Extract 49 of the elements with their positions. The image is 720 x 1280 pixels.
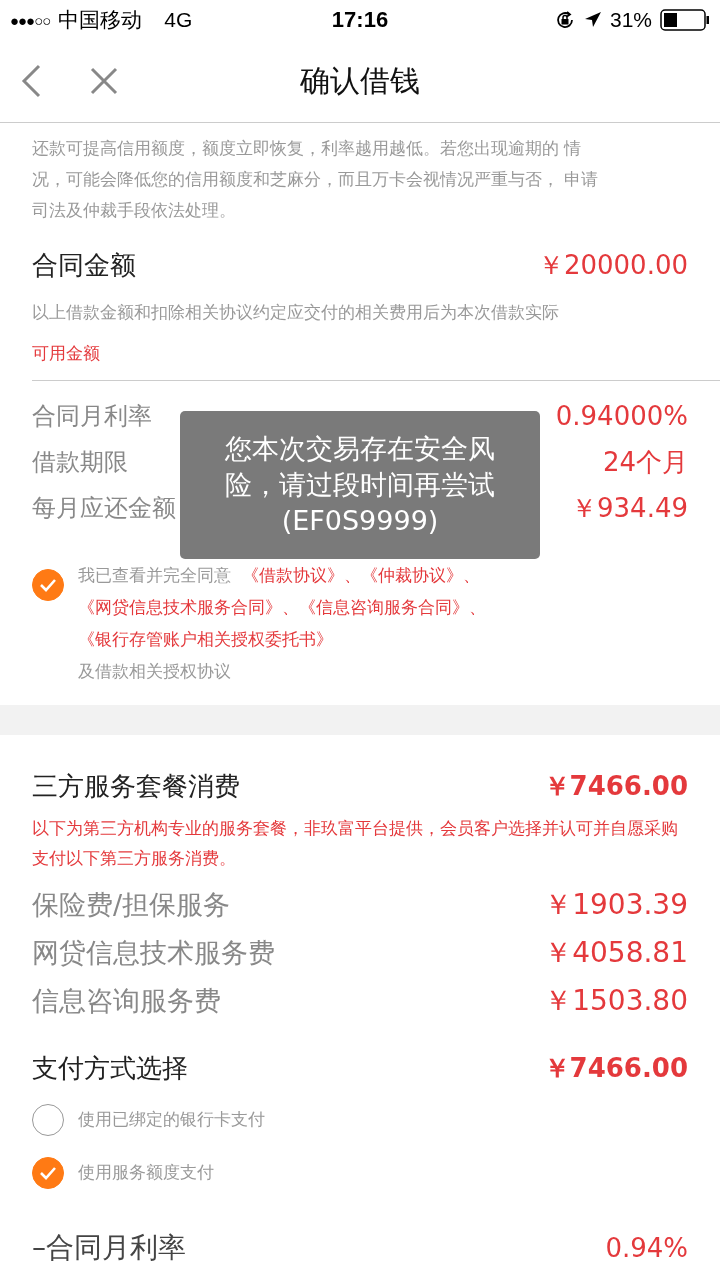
row-value: 24个月 [602, 445, 688, 479]
row-value: 0.94000% [555, 401, 688, 431]
check-icon [38, 577, 58, 593]
note-text: 以上借款金额和扣除相关协议约定应交付的相关费用后为本次借款实际 [32, 301, 560, 324]
agreement-text: 我已查看并完全同意 《借款协议》、《仲裁协议》、 《网贷信息技术服务合同》、《信息咨询服务合同》、 《银行存管账户相关授权委托书》 及借款相关授权协议 [78, 564, 487, 683]
network-type: 4G [164, 8, 193, 32]
row-label: 借款期限 [32, 447, 128, 478]
row-value: ￥4058.81 [544, 935, 688, 971]
row-label: 每月应还金额 [32, 493, 176, 524]
battery-icon [660, 9, 710, 31]
row-value: ￥1903.39 [544, 887, 688, 923]
row-label: 合同金额 [32, 248, 136, 282]
close-button[interactable] [90, 67, 118, 95]
location-arrow-icon [583, 11, 602, 29]
page-title: 确认借钱 [300, 61, 420, 100]
error-toast: 您本次交易存在安全风险，请过段时间再尝试(EF0S9999) [180, 411, 540, 559]
section-title: 支付方式选择 [32, 1051, 188, 1085]
row-value: ￥1503.80 [544, 983, 688, 1019]
agreement-link[interactable]: 《仲裁协议》 [360, 565, 463, 585]
row-label: 网贷信息技术服务费 [32, 936, 275, 970]
terms-text: 司法及仲裁手段依法处理。 [32, 199, 237, 222]
row-label: –合同月利率 [32, 1230, 186, 1266]
note-text: 可用金额 [32, 342, 101, 365]
row-label: 保险费/担保服务 [32, 888, 231, 922]
terms-text: 况，可能会降低您的信用额度和芝麻分，而且万卡会视情况严重与否， 申请 [32, 168, 600, 191]
row-value: ￥934.49 [571, 491, 688, 525]
option-label: 使用服务额度支付 [78, 1161, 214, 1184]
agreement-link[interactable]: 《信息咨询服务合同》 [299, 597, 469, 617]
agreement-link[interactable]: 《网贷信息技术服务合同》 [78, 597, 282, 617]
total-amount: ￥7466.00 [543, 769, 688, 803]
radio-button[interactable] [32, 1103, 64, 1136]
carrier-name: 中国移动 [58, 7, 143, 33]
option-label: 使用已绑定的银行卡支付 [78, 1108, 265, 1131]
battery-percent: 31% [609, 8, 652, 32]
back-button[interactable] [20, 64, 42, 98]
radio-button[interactable] [32, 1156, 64, 1189]
row-label: 信息咨询服务费 [32, 984, 221, 1018]
clock-time: 17:16 [331, 7, 389, 33]
agreement-link[interactable]: 《银行存管账户相关授权委托书》 [78, 629, 333, 649]
terms-text: 还款可提高信用额度，额度立即恢复，利率越用越低。若您出现逾期的 情 [32, 137, 583, 160]
section-title: 三方服务套餐消费 [32, 769, 240, 803]
signal-strength: ●●●○○ [10, 11, 51, 29]
agreement-link[interactable]: 《借款协议》 [241, 565, 344, 585]
agreement-checkbox[interactable] [32, 569, 64, 601]
service-note: 以下为第三方机构专业的服务套餐，非玖富平台提供，会员客户选择并认可并自愿采购支付以下第三方服务消费。 [32, 817, 679, 870]
total-amount: ￥7466.00 [543, 1051, 688, 1085]
row-label: 合同月利率 [32, 401, 152, 432]
row-value: ￥20000.00 [537, 248, 688, 282]
row-value: 0.94% [605, 1233, 688, 1263]
